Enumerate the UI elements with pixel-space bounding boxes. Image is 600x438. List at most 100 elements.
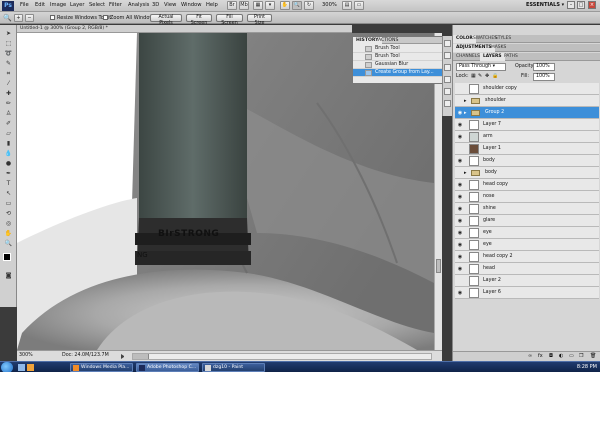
clone-source-panel-icon[interactable] — [444, 100, 451, 107]
taskbar-paint[interactable]: dzg10 - Paint — [202, 363, 265, 372]
type-tool-icon[interactable]: T — [3, 179, 14, 188]
opacity-input[interactable]: 100% — [533, 63, 555, 71]
hand-tool-button[interactable]: ✋ — [280, 1, 290, 10]
eyedropper-tool-icon[interactable]: ⁄ — [3, 79, 14, 88]
history-panel-icon[interactable] — [444, 40, 451, 47]
history-item[interactable]: Brush Tool — [353, 53, 443, 61]
layer-row[interactable]: ◉ shine — [455, 203, 599, 215]
menu-view[interactable]: View — [164, 2, 176, 8]
restore-button[interactable]: □ — [577, 1, 585, 9]
layer-row[interactable]: ◉ head — [455, 263, 599, 275]
visibility-eye-icon[interactable]: ◉ — [457, 206, 463, 212]
zoom-out-button[interactable]: − — [25, 14, 34, 22]
menu-file[interactable]: File — [20, 2, 29, 8]
link-layers-icon[interactable]: ∞ — [528, 353, 532, 359]
visibility-eye-icon[interactable]: ◉ — [457, 122, 463, 128]
history-item-selected[interactable]: Create Group from Lay... — [353, 69, 443, 77]
3d-rotate-tool-icon[interactable]: ⟲ — [3, 209, 14, 218]
layer-row[interactable]: ◉ Layer 7 — [455, 119, 599, 131]
adjustment-layer-icon[interactable]: ◐ — [559, 353, 563, 359]
workspace-switcher[interactable]: ESSENTIALS ▾ — [526, 2, 564, 8]
fill-screen-button[interactable]: Fill Screen — [216, 14, 243, 26]
minimize-button[interactable]: – — [567, 1, 575, 9]
actual-pixels-button[interactable]: Actual Pixels — [150, 14, 182, 26]
visibility-eye-icon[interactable]: ◉ — [457, 254, 463, 260]
foreground-color-swatch[interactable] — [3, 253, 11, 261]
3d-camera-tool-icon[interactable]: ◎ — [3, 219, 14, 228]
menu-edit[interactable]: Edit — [35, 2, 45, 8]
info-panel-icon[interactable] — [444, 64, 451, 71]
tab-channels[interactable]: CHANNELS — [453, 53, 483, 61]
history-item[interactable]: Brush Tool — [353, 45, 443, 53]
navigator-panel-icon[interactable] — [444, 76, 451, 83]
crop-tool-icon[interactable]: ⌗ — [3, 69, 14, 78]
layer-row[interactable]: ◉ arm — [455, 131, 599, 143]
new-layer-icon[interactable]: ❐ — [579, 353, 583, 359]
bridge-button[interactable]: Br — [227, 1, 237, 10]
guides-button[interactable]: ▦ — [253, 1, 263, 10]
layer-row[interactable]: ◉ Layer 6 — [455, 287, 599, 299]
layer-row[interactable]: ◉ head copy — [455, 179, 599, 191]
zoom-all-checkbox[interactable] — [103, 15, 108, 20]
visibility-eye-icon[interactable]: ◉ — [457, 218, 463, 224]
layer-row[interactable]: shoulder copy — [455, 83, 599, 95]
show-desktop-icon[interactable] — [18, 364, 25, 371]
layer-row[interactable]: ◉ head copy 2 — [455, 251, 599, 263]
visibility-eye-icon[interactable]: ◉ — [457, 182, 463, 188]
visibility-off-icon[interactable] — [457, 146, 463, 152]
visibility-eye-icon[interactable]: ◉ — [457, 290, 463, 296]
layer-row[interactable]: ◉ glare — [455, 215, 599, 227]
taskbar-photoshop[interactable]: Adobe Photoshop C... — [136, 363, 199, 372]
arrange-documents-button[interactable]: ▤ — [342, 1, 352, 10]
extras-button[interactable]: ▾ — [265, 1, 275, 10]
document-tab[interactable]: Untitled-1 @ 300% (Group 2, RGB/8) * — [20, 26, 108, 31]
clone-stamp-tool-icon[interactable]: ♙ — [3, 109, 14, 118]
visibility-eye-icon[interactable]: ◉ — [457, 110, 463, 116]
menu-layer[interactable]: Layer — [70, 2, 84, 8]
zoom-tool-icon[interactable]: 🔍 — [3, 239, 14, 248]
expand-arrow-icon[interactable]: ▸ — [464, 110, 467, 116]
layer-row[interactable]: ◉ eye — [455, 227, 599, 239]
horizontal-scrollbar[interactable] — [132, 353, 432, 360]
hand-tool-icon[interactable]: ✋ — [3, 229, 14, 238]
zoom-tool-button[interactable]: 🔍 — [292, 1, 302, 10]
resize-windows-checkbox[interactable] — [50, 15, 55, 20]
blend-mode-select[interactable]: Pass Through ▾ — [456, 63, 506, 71]
marquee-tool-icon[interactable]: ⬚ — [3, 39, 14, 48]
lock-transparent-icon[interactable]: ▦ — [471, 73, 476, 79]
menu-help[interactable]: Help — [206, 2, 218, 8]
zoom-level[interactable]: 300% — [322, 2, 337, 8]
lock-position-icon[interactable]: ✥ — [485, 73, 489, 79]
lock-image-icon[interactable]: ✎ — [478, 73, 482, 79]
zoom-in-button[interactable]: + — [14, 14, 23, 22]
visibility-eye-icon[interactable]: ◉ — [457, 134, 463, 140]
history-item[interactable]: Gaussian Blur — [353, 61, 443, 69]
visibility-off-icon[interactable] — [457, 86, 463, 92]
print-size-button[interactable]: Print Size — [247, 14, 272, 26]
visibility-eye-icon[interactable]: ◉ — [457, 242, 463, 248]
new-group-icon[interactable]: ▭ — [569, 353, 574, 359]
quicklaunch-icon[interactable] — [27, 364, 34, 371]
status-menu-arrow-icon[interactable] — [121, 354, 126, 359]
expand-arrow-icon[interactable]: ▸ — [464, 170, 467, 176]
trash-icon[interactable]: 🗑 — [590, 353, 596, 359]
group-row-selected[interactable]: ◉ ▸ Group 2 — [455, 107, 599, 119]
pen-tool-icon[interactable]: ✒ — [3, 169, 14, 178]
start-button[interactable] — [1, 362, 13, 372]
rotate-view-button[interactable]: ↻ — [304, 1, 314, 10]
horizontal-scroll-thumb[interactable] — [133, 354, 149, 359]
status-zoom[interactable]: 300% — [19, 353, 33, 358]
visibility-eye-icon[interactable]: ◉ — [457, 266, 463, 272]
vertical-scroll-thumb[interactable] — [436, 259, 441, 273]
dodge-tool-icon[interactable]: ● — [3, 159, 14, 168]
group-row[interactable]: ▸ shoulder — [455, 95, 599, 107]
menu-3d[interactable]: 3D — [152, 2, 159, 8]
menu-select[interactable]: Select — [89, 2, 105, 8]
healing-brush-tool-icon[interactable]: ✚ — [3, 89, 14, 98]
menu-analysis[interactable]: Analysis — [128, 2, 149, 8]
gradient-tool-icon[interactable]: ▮ — [3, 139, 14, 148]
tab-paths[interactable]: PATHS — [501, 53, 521, 61]
brush-tool-icon[interactable]: ✏ — [3, 99, 14, 108]
layer-style-icon[interactable]: fx — [538, 353, 543, 359]
visibility-eye-icon[interactable]: ◉ — [457, 158, 463, 164]
